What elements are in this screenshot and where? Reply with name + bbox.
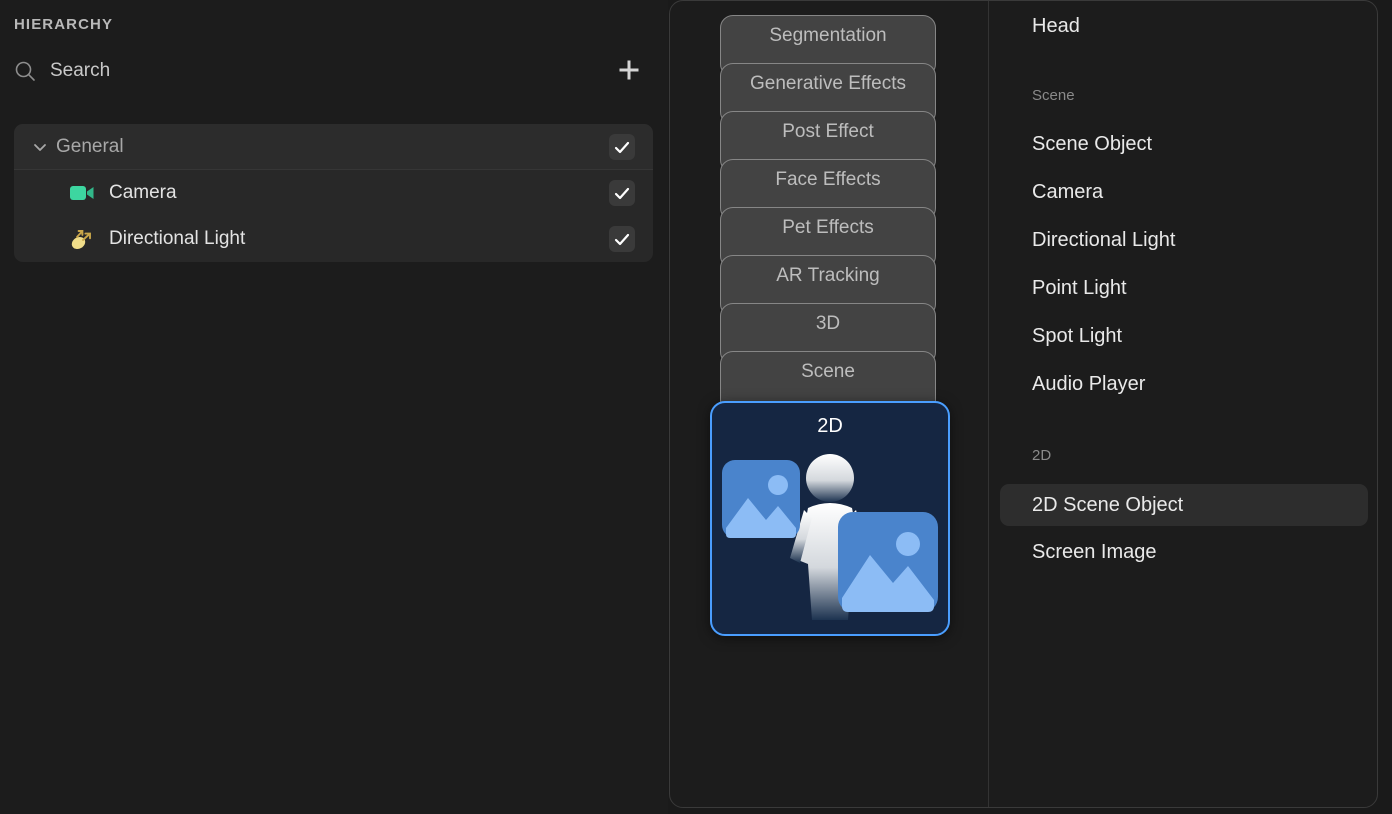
- plus-icon: [616, 57, 642, 86]
- list-item-head[interactable]: Head: [1000, 5, 1368, 47]
- visibility-checkbox[interactable]: [609, 180, 635, 206]
- search-input[interactable]: [50, 50, 590, 92]
- object-picker-popup: Segmentation Generative Effects Post Eff…: [669, 0, 1378, 808]
- list-item-camera[interactable]: Camera: [1000, 171, 1368, 213]
- list-item-scene-object[interactable]: Scene Object: [1000, 123, 1368, 165]
- video-camera-icon: [69, 180, 95, 206]
- object-list: Head Scene Scene Object Camera Direction…: [990, 1, 1378, 807]
- list-item-spot-light[interactable]: Spot Light: [1000, 315, 1368, 357]
- card-artwork-2d: [712, 440, 948, 625]
- list-item-audio-player[interactable]: Audio Player: [1000, 363, 1368, 405]
- tree-item-label: Camera: [109, 182, 177, 204]
- tree-row-camera[interactable]: Camera: [14, 170, 653, 216]
- visibility-checkbox[interactable]: [609, 226, 635, 252]
- tree-item-label: General: [56, 136, 124, 158]
- category-card-label: Scene: [801, 361, 855, 383]
- category-card-2d[interactable]: 2D: [710, 401, 950, 636]
- image-placeholder-icon: [722, 460, 800, 538]
- list-item-point-light[interactable]: Point Light: [1000, 267, 1368, 309]
- search-row: [0, 50, 668, 92]
- category-card-label: Post Effect: [782, 121, 874, 143]
- add-object-button[interactable]: [612, 54, 646, 88]
- category-card-label: Segmentation: [769, 25, 886, 47]
- category-card-label: Generative Effects: [750, 73, 906, 95]
- page-title: HIERARCHY: [14, 16, 113, 33]
- category-stack: Segmentation Generative Effects Post Eff…: [670, 1, 989, 807]
- visibility-checkbox[interactable]: [609, 134, 635, 160]
- list-section-2d: 2D: [1032, 447, 1051, 464]
- category-card-label: Face Effects: [775, 169, 880, 191]
- app-root: HIERARCHY: [0, 0, 1392, 814]
- category-card-label: AR Tracking: [776, 265, 879, 287]
- tree-row-general[interactable]: General: [14, 124, 653, 170]
- hierarchy-panel: HIERARCHY: [0, 0, 668, 814]
- tree-row-directional-light[interactable]: Directional Light: [14, 216, 653, 262]
- category-card-label: Pet Effects: [782, 217, 874, 239]
- directional-light-icon: [69, 226, 95, 252]
- image-placeholder-icon: [838, 512, 938, 612]
- category-card-label: 3D: [816, 313, 840, 335]
- list-item-directional-light[interactable]: Directional Light: [1000, 219, 1368, 261]
- search-icon: [14, 60, 36, 82]
- hierarchy-tree: General Camera: [14, 124, 653, 262]
- chevron-down-icon[interactable]: [32, 140, 48, 154]
- list-item-2d-scene-object[interactable]: 2D Scene Object: [1000, 484, 1368, 526]
- category-card-label: 2D: [817, 415, 843, 438]
- tree-item-label: Directional Light: [109, 228, 245, 250]
- list-section-scene: Scene: [1032, 87, 1075, 104]
- list-item-screen-image[interactable]: Screen Image: [1000, 531, 1368, 573]
